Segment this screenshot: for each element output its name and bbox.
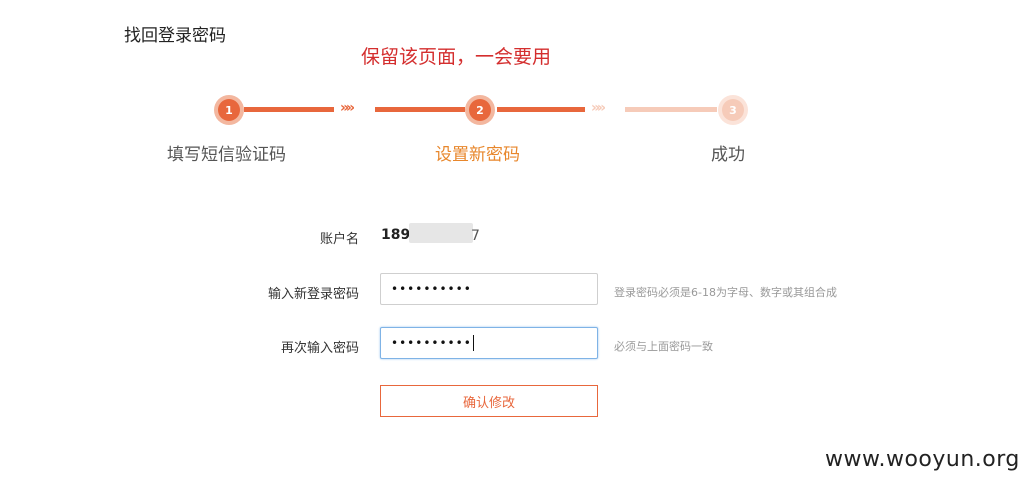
step-1-label: 填写短信验证码: [167, 145, 286, 165]
confirm-password-value: ••••••••••: [391, 336, 472, 350]
step-1-circle: 1: [218, 99, 240, 121]
new-password-hint: 登录密码必须是6-18为字母、数字或其组合成: [614, 286, 837, 299]
new-password-value: ••••••••••: [391, 282, 472, 296]
step-3-circle: 3: [722, 99, 744, 121]
step-3-label: 成功: [711, 145, 745, 165]
confirm-password-label: 再次输入密码: [280, 341, 359, 356]
text-caret: [472, 335, 474, 351]
step-arrows-1: »»: [340, 100, 355, 116]
confirm-password-hint: 必须与上面密码一致: [614, 340, 713, 353]
progress-stepper: »» »» 1 2 3 填写短信验证码 设置新密码 成功: [0, 0, 1031, 180]
account-label: 账户名: [319, 232, 359, 247]
account-value: 189: [381, 227, 411, 243]
confirm-password-input[interactable]: ••••••••••: [380, 327, 598, 359]
new-password-input[interactable]: ••••••••••: [380, 273, 598, 305]
step-connector-2b: [625, 107, 717, 112]
watermark: www.wooyun.org: [825, 447, 1020, 472]
redaction-block: [409, 223, 473, 243]
confirm-change-button[interactable]: 确认修改: [380, 385, 598, 417]
new-password-label: 输入新登录密码: [267, 287, 359, 302]
step-connector-1a: [244, 107, 334, 112]
step-2-label: 设置新密码: [435, 145, 520, 165]
account-value-tail: 7: [471, 228, 480, 244]
step-2-circle: 2: [469, 99, 491, 121]
step-connector-2a: [497, 107, 585, 112]
step-arrows-2: »»: [591, 100, 606, 116]
step-connector-1b: [375, 107, 465, 112]
confirm-change-label: 确认修改: [462, 395, 515, 411]
